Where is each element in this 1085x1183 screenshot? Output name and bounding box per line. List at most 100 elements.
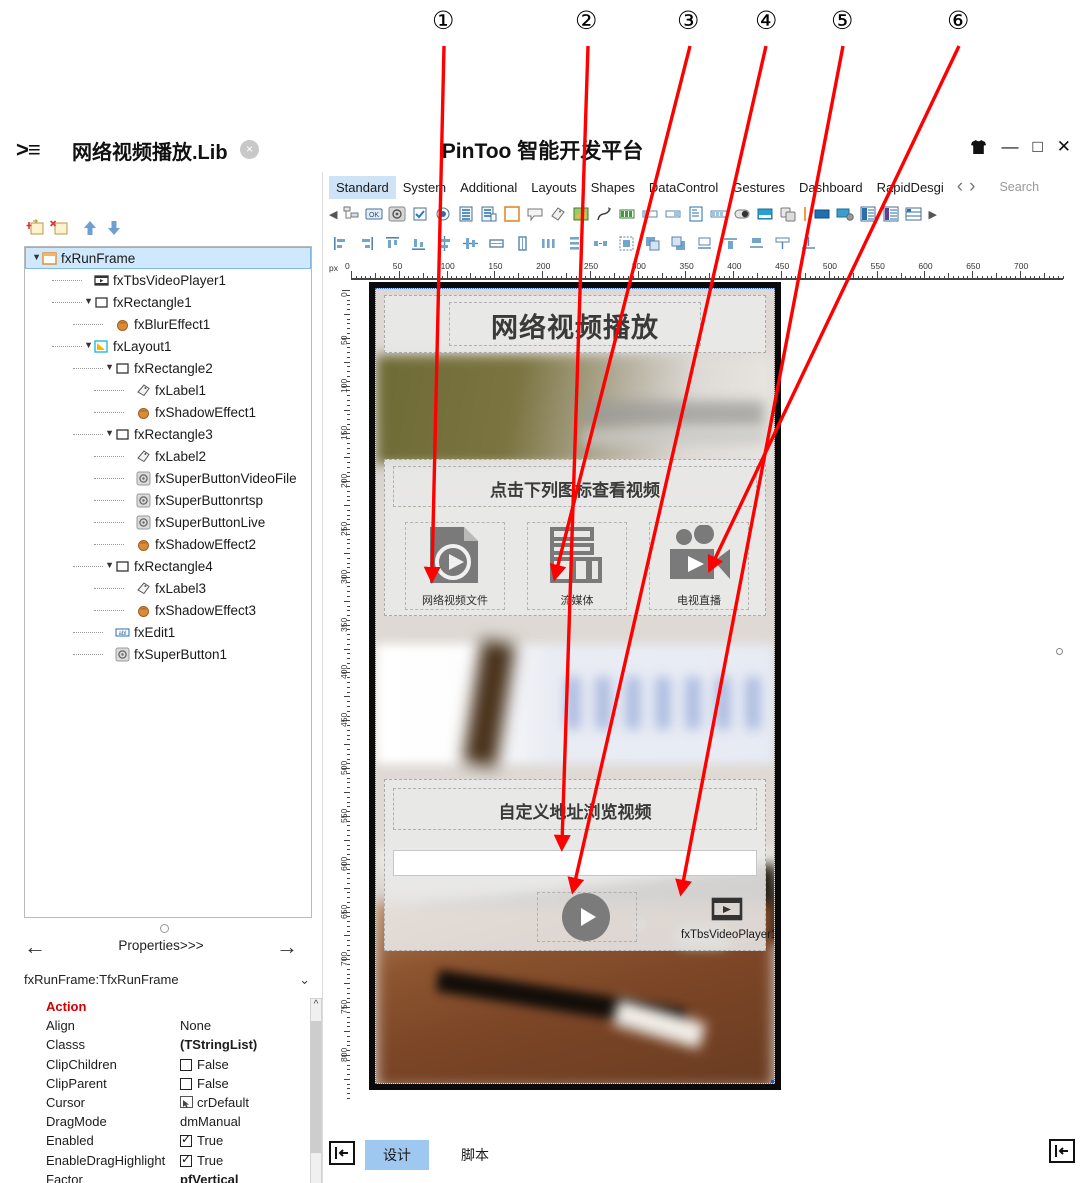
palette-prev-icon[interactable]: ‹ [957, 176, 963, 198]
distribute-vertically-icon[interactable] [567, 236, 582, 251]
move-down-icon[interactable] [104, 218, 124, 238]
tree-item-fxlabel3[interactable]: fxLabel3 [25, 577, 311, 599]
properties-scrollbar[interactable]: ^ ⌄ [310, 998, 322, 1183]
palette-tab-standard[interactable]: Standard [329, 175, 396, 199]
masked-edit-icon[interactable] [664, 206, 682, 222]
bottom-tab-script[interactable]: 脚本 [443, 1140, 507, 1170]
icons-section[interactable]: 点击下列图标查看视频 网络视频文件 流媒体 电视直播 [384, 459, 766, 616]
device-screen[interactable]: 网络视频播放 点击下列图标查看视频 网络视频文件 流媒体 电视直播 自定义地址浏… [375, 288, 775, 1084]
progressbar-component-icon[interactable] [618, 206, 636, 222]
layers-component-icon[interactable] [779, 206, 797, 222]
url-section[interactable]: 自定义地址浏览视频 fxTbsVideoPlayer1 [384, 779, 774, 951]
tree-item-fxrectangle2[interactable]: ► fxRectangle2 [25, 357, 311, 379]
listview-component-icon[interactable] [480, 206, 498, 222]
scrollbar-thumb[interactable] [311, 1021, 321, 1153]
property-row-enabledraghighlight[interactable]: EnableDragHighlight True [24, 1152, 312, 1171]
path-component-icon[interactable] [595, 206, 613, 222]
label-component-icon[interactable] [549, 206, 567, 222]
tree-item-fxrectangle4[interactable]: ► fxRectangle4 [25, 555, 311, 577]
property-checkbox[interactable] [180, 1077, 192, 1090]
tree-resize-handle[interactable] [160, 924, 169, 933]
minimize-button[interactable]: — [1001, 138, 1018, 155]
property-row-clipchildren[interactable]: ClipChildren False [24, 1056, 312, 1075]
tree-item-fxsuperbuttonrtsp[interactable]: fxSuperButtonrtsp [25, 489, 311, 511]
palette-tab-additional[interactable]: Additional [453, 176, 524, 199]
tree-item-fxsuperbuttonlive[interactable]: fxSuperButtonLive [25, 511, 311, 533]
tree-expander-icon[interactable]: ► [32, 253, 42, 263]
combobox-component-icon[interactable] [756, 206, 774, 222]
properties-next-button[interactable]: → [276, 934, 298, 960]
group-icon[interactable] [619, 236, 634, 251]
space-equally-icon[interactable] [593, 236, 608, 251]
component-tree[interactable]: ► fxRunFrame fxTbsVideoPlayer1 ► fxRectangle… [24, 246, 312, 918]
tree-item-fxrectangle3[interactable]: ► fxRectangle3 [25, 423, 311, 445]
palette-tab-gestures[interactable]: Gestures [725, 176, 792, 199]
same-width-icon[interactable] [489, 236, 504, 251]
design-canvas[interactable]: 网络视频播放 点击下列图标查看视频 网络视频文件 流媒体 电视直播 自定义地址浏… [351, 280, 1081, 1127]
palette-next-icon[interactable]: › [969, 176, 975, 198]
checkbox-component-icon[interactable] [411, 206, 429, 222]
ok-button-component-icon[interactable]: OK [365, 206, 383, 222]
tree-item-fxlabel1[interactable]: fxLabel1 [25, 379, 311, 401]
center-vertically-icon[interactable] [463, 236, 478, 251]
distribute-horizontally-icon[interactable] [541, 236, 556, 251]
property-value[interactable]: dmManual [180, 1114, 241, 1129]
numberbox-component-icon[interactable] [710, 206, 728, 222]
video-player-component[interactable]: fxTbsVideoPlayer1 [681, 896, 774, 941]
same-height-icon[interactable] [515, 235, 530, 251]
panel-component-icon[interactable] [503, 206, 521, 222]
bottom-tab-design[interactable]: 设计 [365, 1140, 429, 1170]
property-value[interactable]: True [180, 1132, 223, 1148]
property-value[interactable]: pfVertical [180, 1172, 239, 1183]
property-checkbox[interactable] [180, 1152, 192, 1167]
tree-item-fxblureffect1[interactable]: fxBlurEffect1 [25, 313, 311, 335]
tree-item-fxsuperbutton1[interactable]: fxSuperButton1 [25, 643, 311, 665]
tree-item-fxrectangle1[interactable]: ► fxRectangle1 [25, 291, 311, 313]
properties-list[interactable]: Action Align None Classs (TStringList) ClipCh… [24, 998, 312, 1183]
align-center-bottom-icon[interactable] [801, 236, 816, 251]
collapse-right-icon[interactable] [1049, 1139, 1075, 1163]
tree-component-icon[interactable] [342, 206, 360, 222]
device-preview-frame[interactable]: 网络视频播放 点击下列图标查看视频 网络视频文件 流媒体 电视直播 自定义地址浏… [369, 282, 781, 1090]
property-checkbox[interactable] [180, 1132, 192, 1148]
tree-item-fxshadoweffect2[interactable]: fxShadowEffect2 [25, 533, 311, 555]
settings-box-icon[interactable] [836, 206, 855, 222]
send-to-back-icon[interactable] [671, 236, 686, 251]
align-right-icon[interactable] [359, 236, 374, 251]
selection-handle-bottom-right[interactable] [771, 1080, 774, 1083]
tree-expander-icon[interactable]: ► [84, 341, 94, 351]
icon-button-tv-live[interactable]: 电视直播 [649, 522, 749, 610]
toggle-switch-icon[interactable] [733, 206, 751, 222]
palette-scroll-left-icon[interactable]: ◀ [329, 208, 337, 221]
edit-component-icon[interactable] [641, 206, 659, 222]
image-component-icon[interactable] [572, 206, 590, 222]
tree-item-fxedit1[interactable]: abl fxEdit1 [25, 621, 311, 643]
collapse-left-icon[interactable] [329, 1141, 355, 1165]
palette-tab-dashboard[interactable]: Dashboard [792, 176, 870, 199]
maximize-button[interactable]: □ [1032, 138, 1042, 155]
property-value[interactable]: (TStringList) [180, 1037, 257, 1052]
table-component-icon[interactable] [905, 206, 923, 222]
tree-expander-icon[interactable]: ► [105, 429, 115, 439]
property-value[interactable]: crDefault [180, 1095, 249, 1110]
chevron-down-icon[interactable]: ⌄ [299, 972, 310, 988]
tree-item-fxshadoweffect1[interactable]: fxShadowEffect1 [25, 401, 311, 423]
tree-expander-icon[interactable]: ► [84, 297, 94, 307]
property-row-classs[interactable]: Classs (TStringList) [24, 1036, 312, 1055]
tree-expander-icon[interactable]: ► [105, 363, 115, 373]
scroll-up-icon[interactable]: ^ [311, 999, 321, 1017]
property-row-align[interactable]: Align None [24, 1017, 312, 1036]
palette-tab-rapiddesgi[interactable]: RapidDesgi [870, 176, 951, 199]
property-value[interactable]: False [180, 1076, 229, 1091]
palette-search-input[interactable]: Search [999, 180, 1039, 194]
property-row-cursor[interactable]: Cursor crDefault [24, 1094, 312, 1113]
tree-item-fxrunframe[interactable]: ► fxRunFrame [25, 247, 311, 269]
colorbox-component-icon[interactable] [813, 206, 831, 222]
tree-item-fxtbsvideoplayer1[interactable]: fxTbsVideoPlayer1 [25, 269, 311, 291]
close-button[interactable]: ✕ [1057, 138, 1071, 155]
callout-component-icon[interactable] [526, 206, 544, 222]
distribute-center-icon[interactable] [775, 236, 790, 251]
align-left-icon[interactable] [333, 236, 348, 251]
tree-expander-icon[interactable]: ► [105, 561, 115, 571]
align-bottom-icon[interactable] [411, 236, 426, 251]
